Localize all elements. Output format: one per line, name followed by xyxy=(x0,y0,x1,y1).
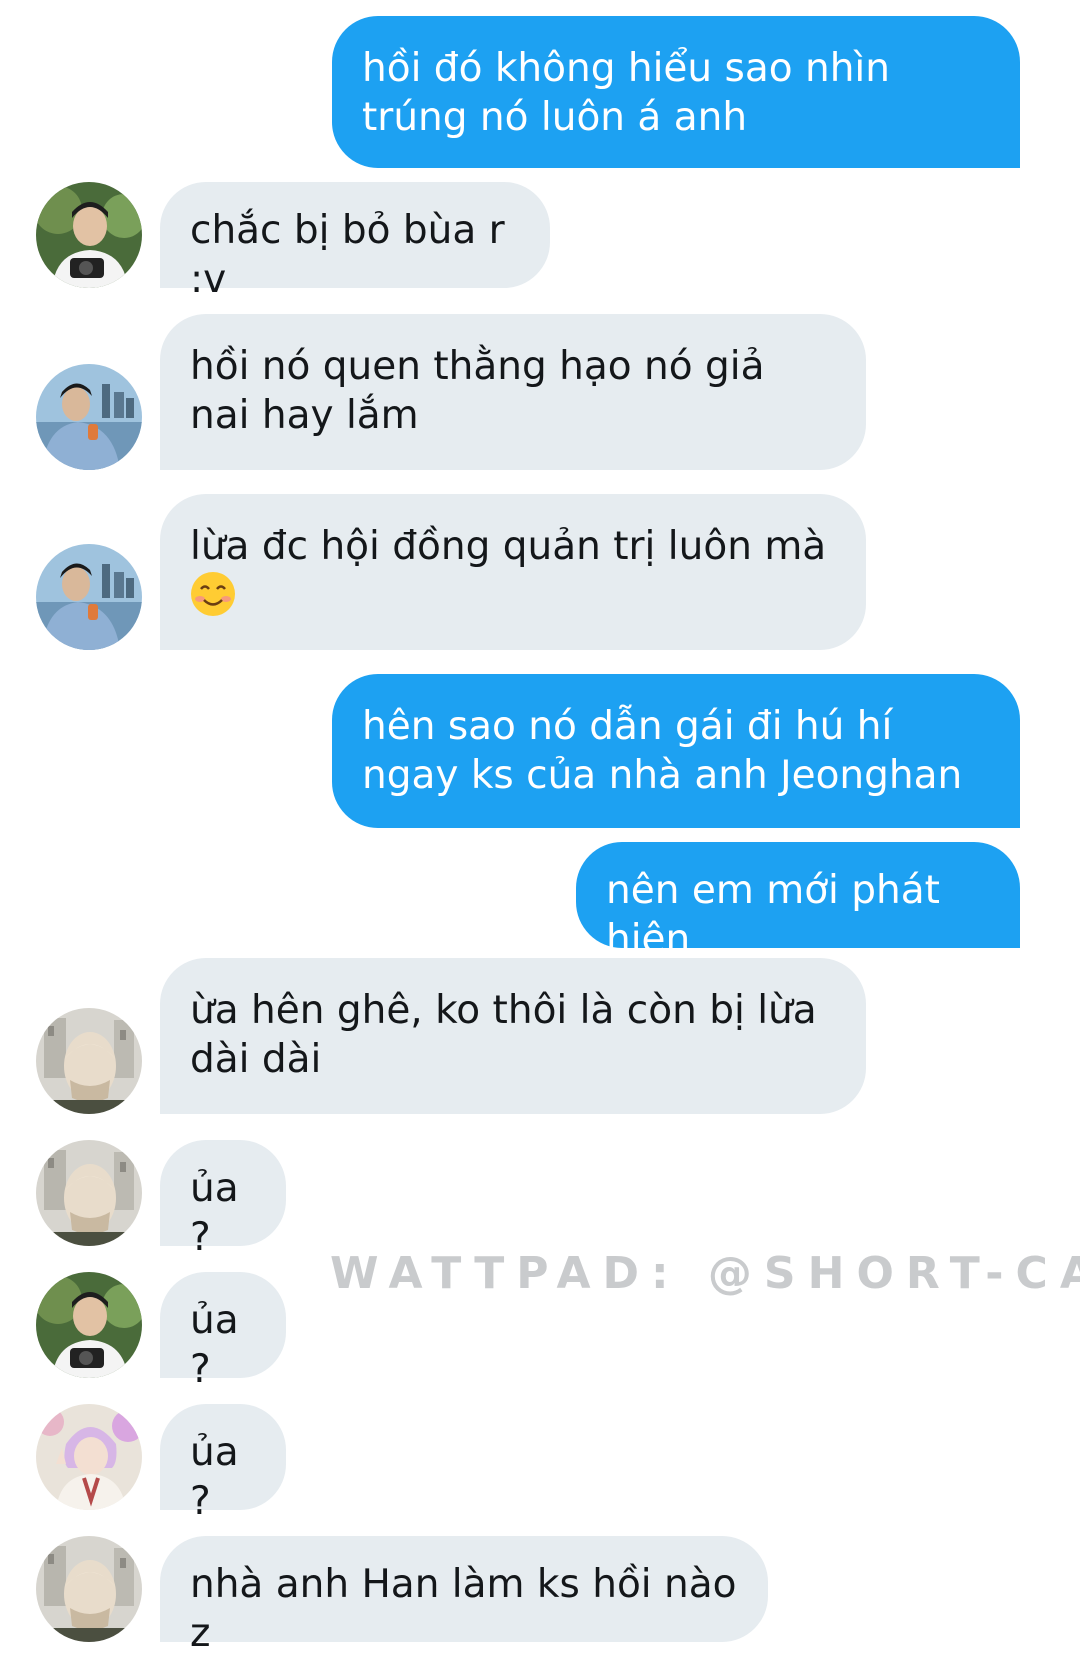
message-text: chắc bị bỏ bùa r :v xyxy=(190,208,505,302)
avatar[interactable] xyxy=(36,182,142,288)
avatar[interactable] xyxy=(36,544,142,650)
avatar-c-icon xyxy=(36,1008,142,1114)
message-text: ủa? xyxy=(190,1430,239,1524)
message-text: ủa? xyxy=(190,1298,239,1392)
message-bubble[interactable]: ừa hên ghê, ko thôi là còn bị lừa dài dà… xyxy=(160,958,866,1114)
avatar[interactable] xyxy=(36,1272,142,1378)
avatar-c-icon xyxy=(36,1536,142,1642)
message-bubble[interactable]: hồi đó không hiểu sao nhìn trúng nó luôn… xyxy=(332,16,1020,168)
avatar-c-icon xyxy=(36,1140,142,1246)
avatar[interactable] xyxy=(36,364,142,470)
message-bubble[interactable]: hồi nó quen thằng hạo nó giả nai hay lắm xyxy=(160,314,866,470)
message-bubble[interactable]: nhà anh Han làm ks hồi nào z xyxy=(160,1536,768,1656)
message-text: ừa hên ghê, ko thôi là còn bị lừa dài dà… xyxy=(190,988,817,1082)
message-bubble[interactable]: lừa đc hội đồng quản trị luôn mà xyxy=(160,494,866,650)
message-text: hên sao nó dẫn gái đi hú hí ngay ks của … xyxy=(362,704,963,798)
avatar-a-icon xyxy=(36,1272,142,1378)
message-text: nhà anh Han làm ks hồi nào z xyxy=(190,1562,737,1656)
message-text: nên em mới phát hiện xyxy=(606,868,940,962)
avatar-d-icon xyxy=(36,1404,142,1510)
message-bubble[interactable]: ủa? xyxy=(160,1404,286,1524)
avatar[interactable] xyxy=(36,1008,142,1114)
message-text: hồi nó quen thằng hạo nó giả nai hay lắm xyxy=(190,344,765,438)
message-text: ủa? xyxy=(190,1166,239,1260)
smiling-face-emoji-icon xyxy=(190,571,236,617)
message-bubble[interactable]: ủa? xyxy=(160,1272,286,1392)
message-bubble[interactable]: chắc bị bỏ bùa r :v xyxy=(160,182,550,302)
avatar[interactable] xyxy=(36,1536,142,1642)
avatar[interactable] xyxy=(36,1140,142,1246)
message-bubble[interactable]: ủa? xyxy=(160,1140,286,1260)
message-text: lừa đc hội đồng quản trị luôn mà xyxy=(190,524,827,569)
avatar[interactable] xyxy=(36,1404,142,1510)
watermark: WATTPAD: @SHORT-CA xyxy=(330,1248,1080,1299)
message-text: hồi đó không hiểu sao nhìn trúng nó luôn… xyxy=(362,46,890,140)
message-bubble[interactable]: nên em mới phát hiện xyxy=(576,842,1020,962)
avatar-b-icon xyxy=(36,544,142,650)
avatar-b-icon xyxy=(36,364,142,470)
message-bubble[interactable]: hên sao nó dẫn gái đi hú hí ngay ks của … xyxy=(332,674,1020,828)
avatar-a-icon xyxy=(36,182,142,288)
